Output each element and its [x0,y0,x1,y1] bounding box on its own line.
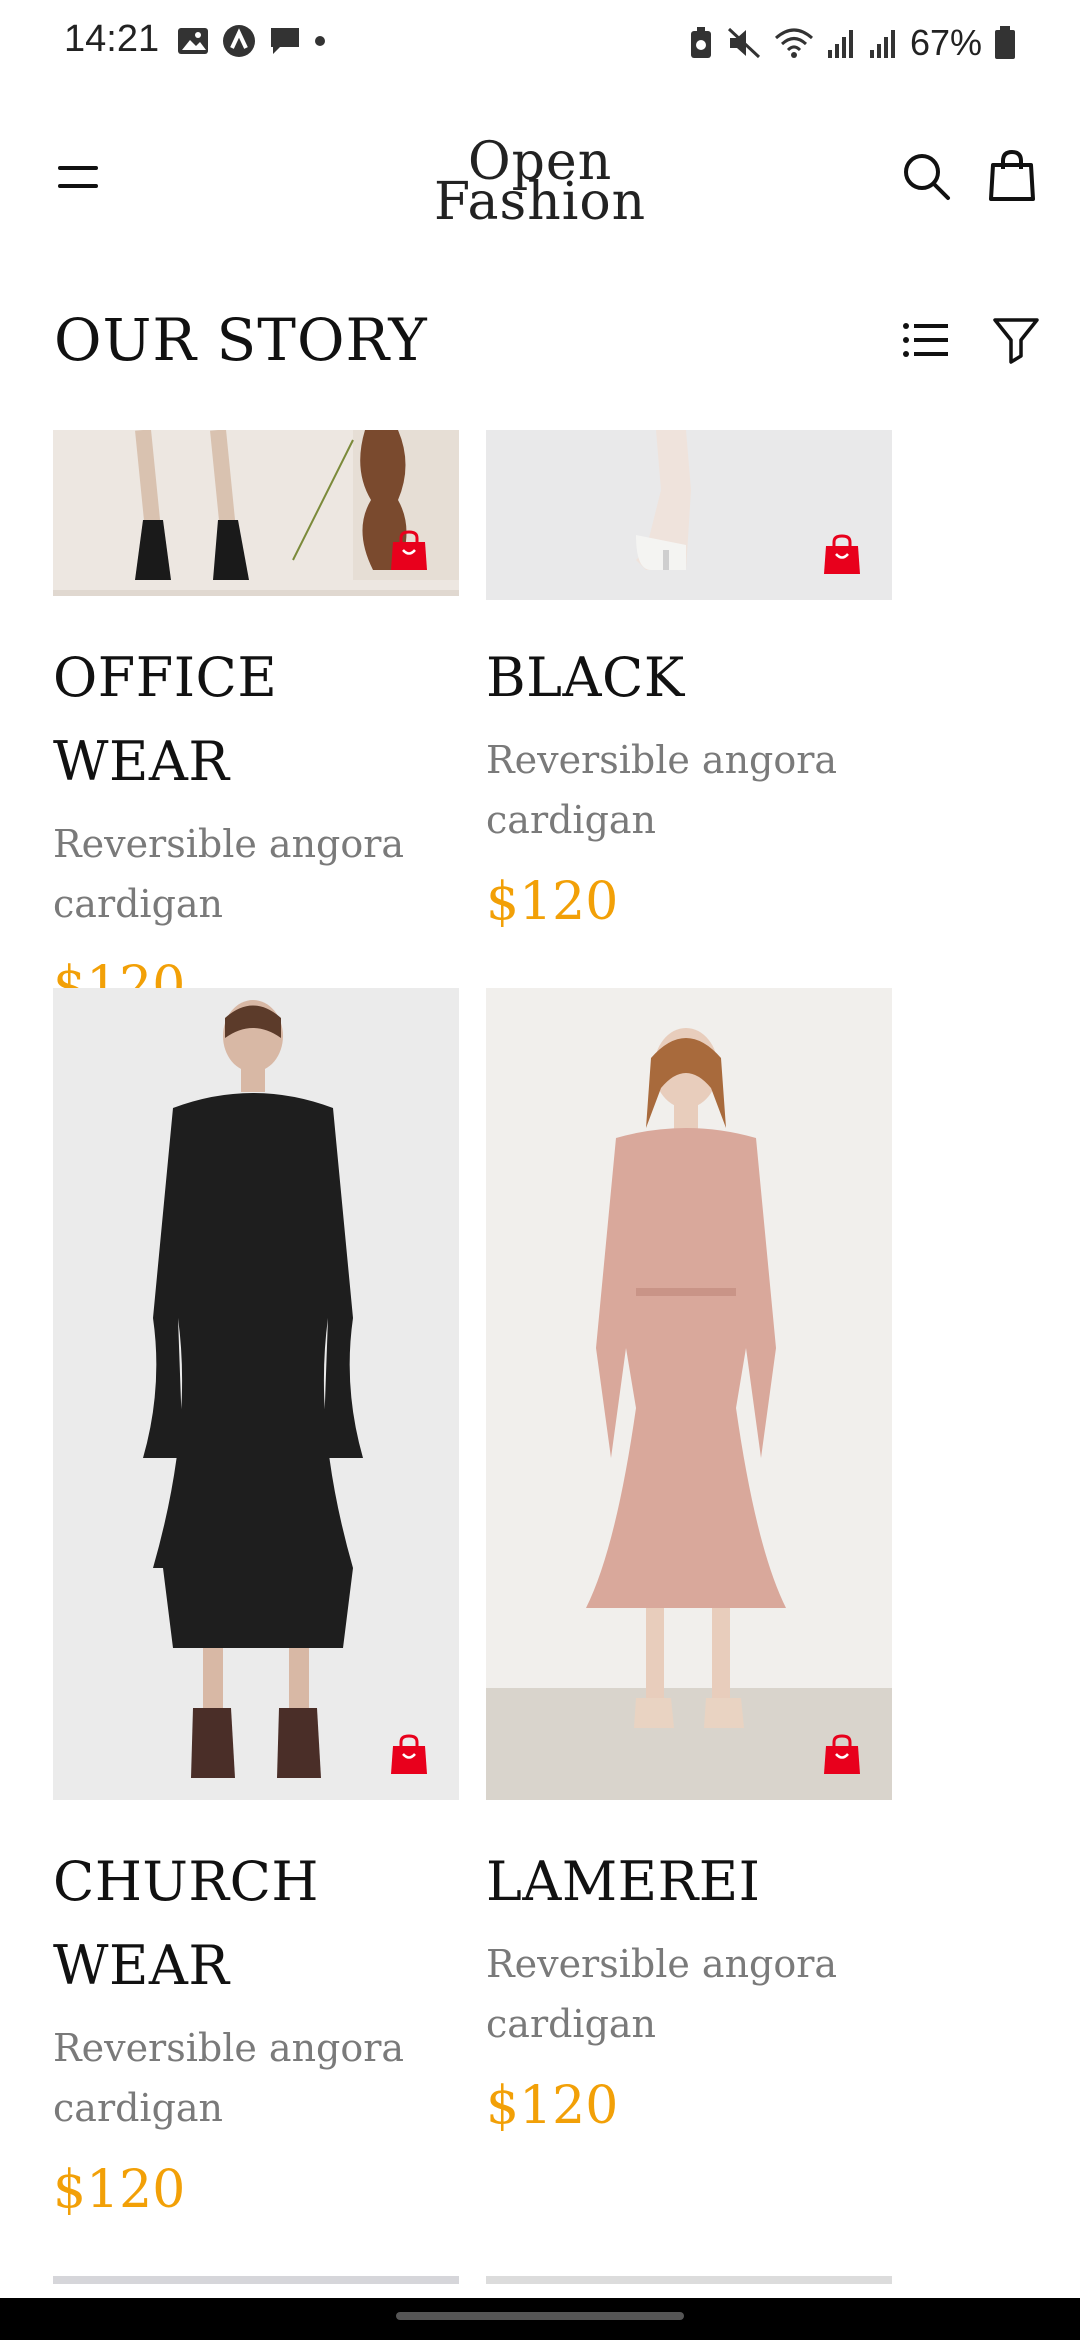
product-name: CHURCH WEAR [53,1850,319,1997]
app-notification-icon [223,25,255,57]
product-description: Reversible angora cardigan [486,738,838,842]
product-description: Reversible angora cardigan [486,1942,838,2046]
brand-logo[interactable]: Open Fashion [420,128,660,238]
product-name: BLACK [486,646,685,709]
filter-icon[interactable] [988,312,1044,368]
product-price: $120 [486,872,619,932]
battery-percentage: 67% [909,22,982,63]
page-title: OUR STORY [54,306,428,374]
product-name: OFFICE WEAR [53,646,278,793]
more-notifications-icon [315,36,325,46]
battery-saver-icon [690,27,711,58]
signal-icon-2 [869,30,895,58]
app-header: Open Fashion [0,120,1080,232]
product-image[interactable] [486,988,892,1800]
message-notification-icon [271,28,299,54]
product-image[interactable] [486,430,892,600]
system-navigation-bar [0,2298,1080,2340]
product-card[interactable]: BLACK Reversible angora cardigan $120 [486,430,892,932]
product-price: $120 [53,2160,186,2220]
product-description: Reversible angora cardigan [53,2026,405,2130]
section-header: OUR STORY [0,290,1080,380]
notification-icons [176,24,326,58]
status-bar: 14:21 67% [0,0,1080,84]
wifi-icon [774,28,813,58]
product-card[interactable]: LAMEREI Reversible angora cardigan $120 [486,988,892,2136]
add-to-bag-icon[interactable] [389,530,429,572]
product-price: $120 [486,2076,619,2136]
system-icons: 67% [688,22,1016,64]
product-image[interactable] [53,430,459,596]
signal-icon-1 [827,30,853,58]
shopping-bag-icon[interactable] [984,148,1040,204]
product-name: LAMEREI [486,1850,761,1913]
add-to-bag-icon[interactable] [822,534,862,576]
add-to-bag-icon[interactable] [389,1734,429,1776]
product-card[interactable]: CHURCH WEAR Reversible angora cardigan $… [53,988,459,2220]
mute-icon [727,27,760,59]
product-card-partial[interactable] [53,2276,459,2284]
product-image[interactable] [53,988,459,1800]
product-card-partial[interactable] [486,2276,892,2284]
search-icon[interactable] [898,148,954,204]
list-view-icon[interactable] [898,312,954,368]
add-to-bag-icon[interactable] [822,1734,862,1776]
home-indicator[interactable] [396,2312,684,2320]
menu-icon[interactable] [58,162,102,192]
product-card[interactable]: OFFICE WEAR Reversible angora cardigan $… [53,430,459,1016]
product-description: Reversible angora cardigan [53,822,405,926]
product-photo [486,988,892,1800]
gallery-notification-icon [178,28,208,54]
battery-icon [995,26,1015,59]
status-time: 14:21 [64,18,160,60]
product-photo [53,988,459,1800]
